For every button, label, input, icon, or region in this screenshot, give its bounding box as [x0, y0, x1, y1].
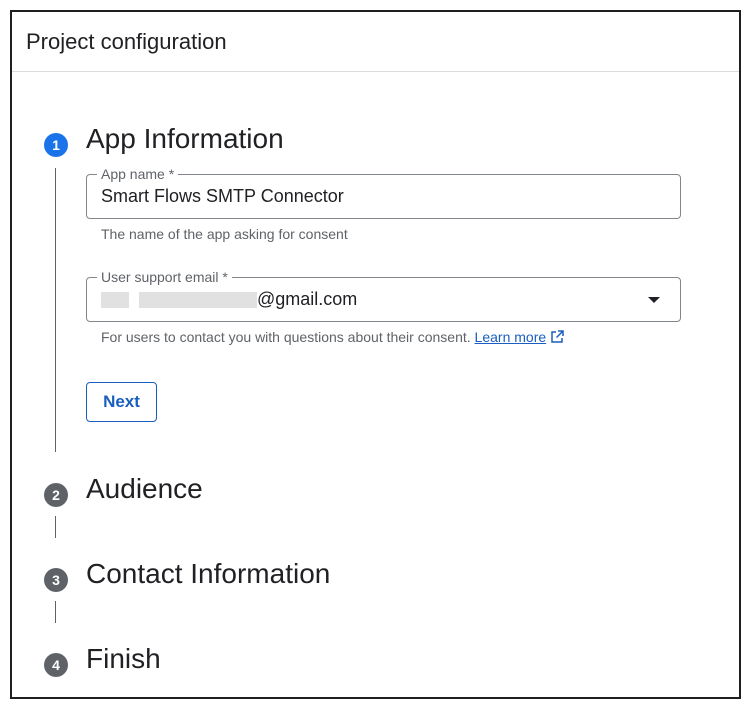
redacted-text	[139, 291, 257, 308]
learn-more-link[interactable]: Learn more	[475, 329, 547, 345]
step-4-badge: 4	[44, 653, 68, 677]
support-email-select[interactable]: User support email * @gmail.com	[86, 268, 681, 322]
app-name-field[interactable]: App name * Smart Flows SMTP Connector	[86, 165, 681, 219]
step-4-title: Finish	[86, 643, 161, 674]
dropdown-caret-icon	[648, 297, 660, 303]
app-name-helper: The name of the app asking for consent	[101, 226, 348, 242]
step-3-badge: 3	[44, 568, 68, 592]
step-1-badge: 1	[44, 133, 68, 157]
support-email-value: @gmail.com	[101, 278, 357, 321]
step-connector	[55, 168, 56, 452]
app-name-value: Smart Flows SMTP Connector	[101, 186, 344, 206]
support-email-helper-text: For users to contact you with questions …	[101, 329, 471, 345]
redacted-text	[101, 291, 129, 308]
step-2-badge: 2	[44, 483, 68, 507]
step-2-title: Audience	[86, 473, 203, 504]
page-title: Project configuration	[26, 28, 227, 54]
step-3-title: Contact Information	[86, 558, 331, 589]
panel-header: Project configuration	[12, 12, 739, 72]
support-email-helper: For users to contact you with questions …	[101, 329, 564, 347]
step-1-title: App Information	[86, 123, 284, 154]
redaction-gap	[129, 291, 139, 308]
support-email-domain: @gmail.com	[257, 289, 358, 309]
step-connector	[55, 516, 56, 538]
next-button[interactable]: Next	[86, 382, 157, 422]
step-connector	[55, 601, 56, 623]
external-link-icon	[550, 330, 564, 347]
project-configuration-panel: Project configuration 1 App Information …	[10, 10, 741, 699]
